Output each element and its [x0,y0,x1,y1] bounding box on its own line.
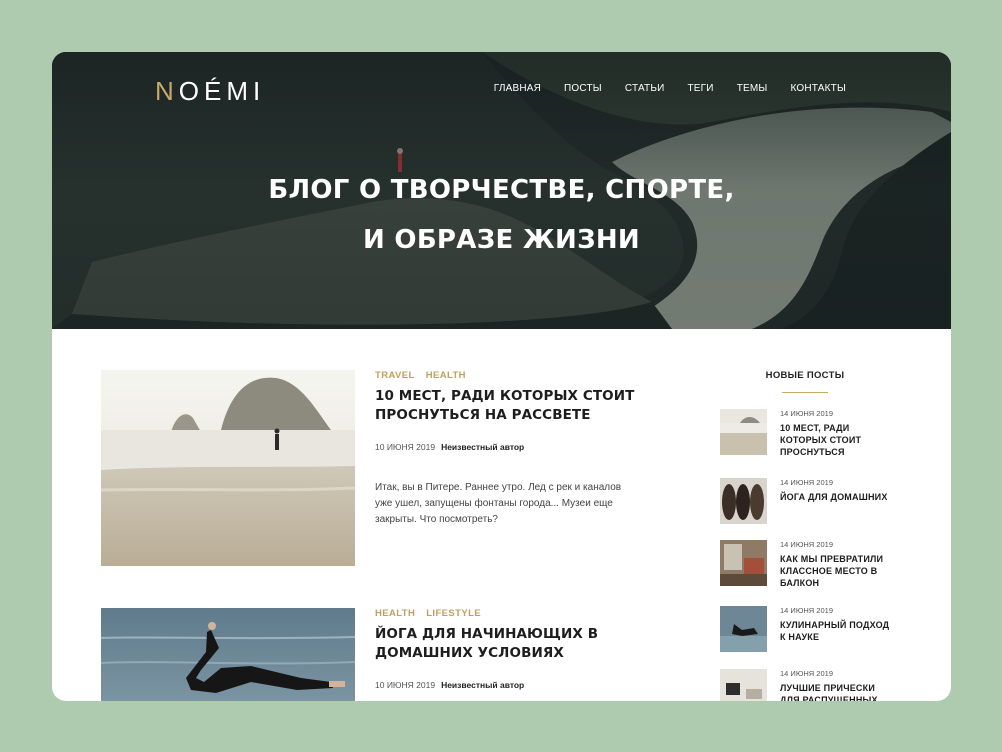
post-author[interactable]: Неизвестный автор [441,680,524,690]
nav-topics[interactable]: ТЕМЫ [737,83,768,94]
nav-articles[interactable]: СТАТЬИ [625,83,665,94]
tag-link[interactable]: HEALTH [426,370,466,381]
main-nav: ГЛАВНАЯ ПОСТЫ СТАТЬИ ТЕГИ ТЕМЫ КОНТАКТЫ [494,83,846,94]
post-title[interactable]: ЙОГА ДЛЯ НАЧИНАЮЩИХ В ДОМАШНИХ УСЛОВИЯХ [375,625,635,663]
post-date: 10 ИЮНЯ 2019 [375,442,436,452]
browser-frame: NOÉMI ГЛАВНАЯ ПОСТЫ СТАТЬИ ТЕГИ ТЕМЫ КОН… [52,52,951,701]
tag-link[interactable]: TRAVEL [375,370,415,381]
post-tags: TRAVEL HEALTH [375,370,635,381]
post-tags: HEALTH LIFESTYLE [375,608,635,619]
post-meta: 10 ИЮНЯ 2019 Неизвестный автор [375,680,635,690]
sidebar-post-title[interactable]: 10 МЕСТ, РАДИ КОТОРЫХ СТОИТ ПРОСНУТЬСЯ [780,422,895,458]
hero-title: БЛОГ О ТВОРЧЕСТВЕ, СПОРТЕ, И ОБРАЗЕ ЖИЗН… [52,165,951,265]
post-body: TRAVEL HEALTH 10 МЕСТ, РАДИ КОТОРЫХ СТОИТ… [375,370,635,528]
post-body: HEALTH LIFESTYLE ЙОГА ДЛЯ НАЧИНАЮЩИХ В ДО… [375,608,635,690]
sidebar-post-title[interactable]: ЛУЧШИЕ ПРИЧЕСКИ ДЛЯ РАСПУЩЕННЫХ [780,682,895,701]
sidebar-post-date: 14 ИЮНЯ 2019 [780,478,833,487]
post-thumbnail-yoga[interactable] [101,608,355,701]
post-card: HEALTH LIFESTYLE ЙОГА ДЛЯ НАЧИНАЮЩИХ В ДО… [101,608,641,701]
hero-title-line-1: БЛОГ О ТВОРЧЕСТВЕ, СПОРТЕ, [268,175,735,205]
nav-posts[interactable]: ПОСТЫ [564,83,602,94]
post-excerpt: Итак, вы в Питере. Раннее утро. Лед с ре… [375,482,622,525]
post-meta: 10 ИЮНЯ 2019 Неизвестный автор [375,442,635,452]
sidebar-post-date: 14 ИЮНЯ 2019 [780,669,833,678]
sidebar-divider [782,392,828,393]
sidebar-thumb-hair [720,478,767,524]
nav-tags[interactable]: ТЕГИ [688,83,714,94]
sidebar-thumb-beach [720,409,767,455]
post-card: TRAVEL HEALTH 10 МЕСТ, РАДИ КОТОРЫХ СТОИТ… [101,370,641,570]
sidebar-thumb-sea [720,606,767,652]
tag-link[interactable]: LIFESTYLE [426,608,481,619]
post-title[interactable]: 10 МЕСТ, РАДИ КОТОРЫХ СТОИТ ПРОСНУТЬСЯ Н… [375,387,635,425]
sidebar-post-date: 14 ИЮНЯ 2019 [780,409,833,418]
sidebar-post-title[interactable]: ЙОГА ДЛЯ ДОМАШНИХ [780,491,895,503]
site-logo[interactable]: NOÉMI [155,76,265,107]
sidebar-post-title[interactable]: КАК МЫ ПРЕВРАТИЛИ КЛАССНОЕ МЕСТО В БАЛКО… [780,553,895,589]
sidebar-thumb-interior [720,669,767,701]
tag-link[interactable]: HEALTH [375,608,415,619]
hero-section: NOÉMI ГЛАВНАЯ ПОСТЫ СТАТЬИ ТЕГИ ТЕМЫ КОН… [52,52,951,329]
sidebar-post-date: 14 ИЮНЯ 2019 [780,540,833,549]
post-thumbnail-beach[interactable] [101,370,355,566]
nav-home[interactable]: ГЛАВНАЯ [494,83,541,94]
logo-text: OÉMI [178,76,266,106]
hero-title-line-2: И ОБРАЗЕ ЖИЗНИ [363,225,640,255]
post-author[interactable]: Неизвестный автор [441,442,524,452]
sidebar-title: НОВЫЕ ПОСТЫ [765,370,845,381]
sidebar-thumb-balcony [720,540,767,586]
nav-contacts[interactable]: КОНТАКТЫ [790,83,846,94]
sidebar-post-title[interactable]: КУЛИНАРНЫЙ ПОДХОД К НАУКЕ [780,619,895,643]
sidebar-post-date: 14 ИЮНЯ 2019 [780,606,833,615]
post-date: 10 ИЮНЯ 2019 [375,680,436,690]
logo-accent-letter: N [155,76,179,106]
